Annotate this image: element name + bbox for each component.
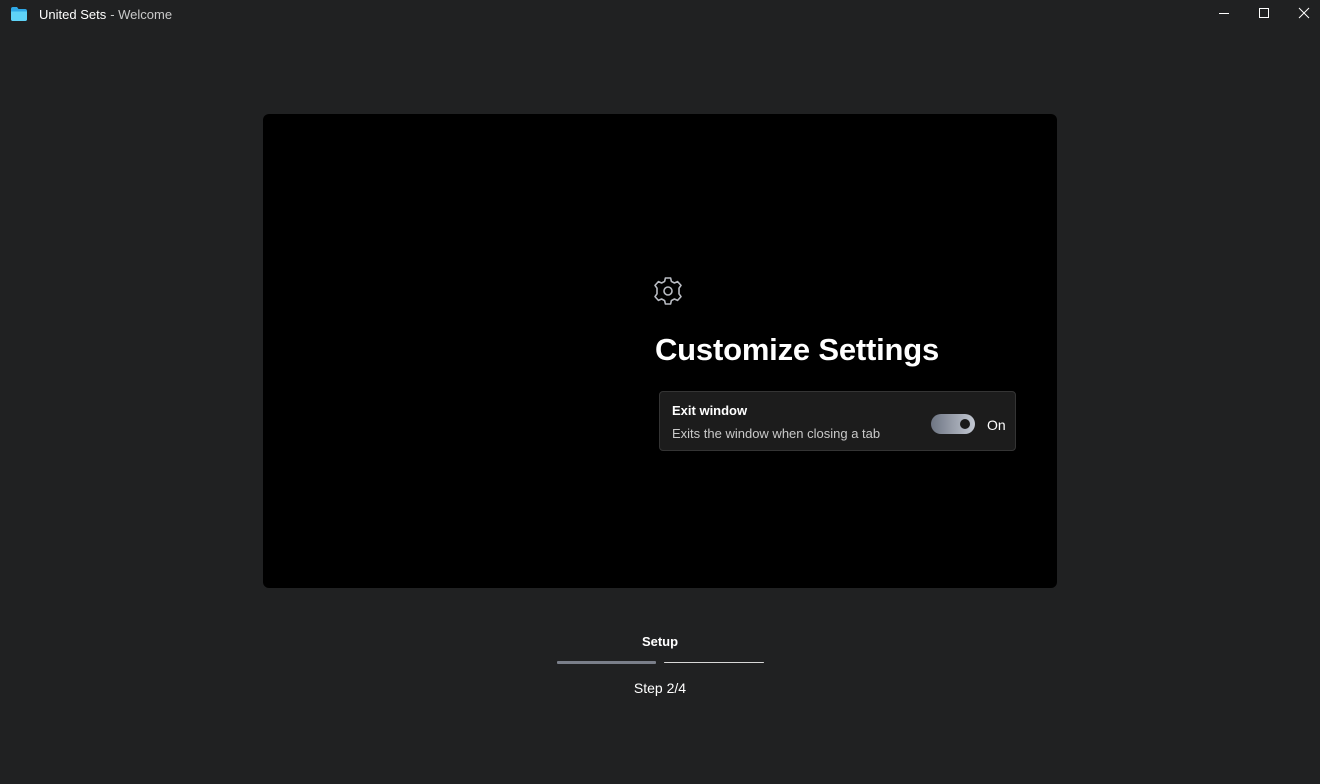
gear-icon [653,276,683,306]
progress-segment-completed [557,661,656,664]
maximize-button[interactable] [1244,0,1284,30]
minimize-button[interactable] [1204,0,1244,30]
toggle-state-label: On [987,417,1006,433]
window-subtitle: - Welcome [110,7,173,22]
minimize-icon [1218,6,1230,24]
maximize-icon [1258,6,1270,24]
close-icon [1298,6,1310,24]
setting-exit-window: Exit window Exits the window when closin… [659,391,1016,451]
close-button[interactable] [1284,0,1320,30]
setting-title: Exit window [672,403,748,418]
page-title: Customize Settings [655,332,940,367]
progress-segment-remaining [664,662,764,663]
title-bar: United Sets - Welcome [0,0,1320,30]
setting-description: Exits the window when closing a tab [672,426,881,441]
toggle-knob [960,419,970,429]
window-title: United Sets - Welcome [39,7,172,22]
progress-label: Setup [641,634,679,649]
step-counter: Step 2/4 [633,680,687,696]
app-name: United Sets [39,7,107,22]
welcome-card: Customize Settings Exit window Exits the… [263,114,1057,588]
folder-icon [11,7,27,21]
exit-window-toggle[interactable] [931,414,975,434]
